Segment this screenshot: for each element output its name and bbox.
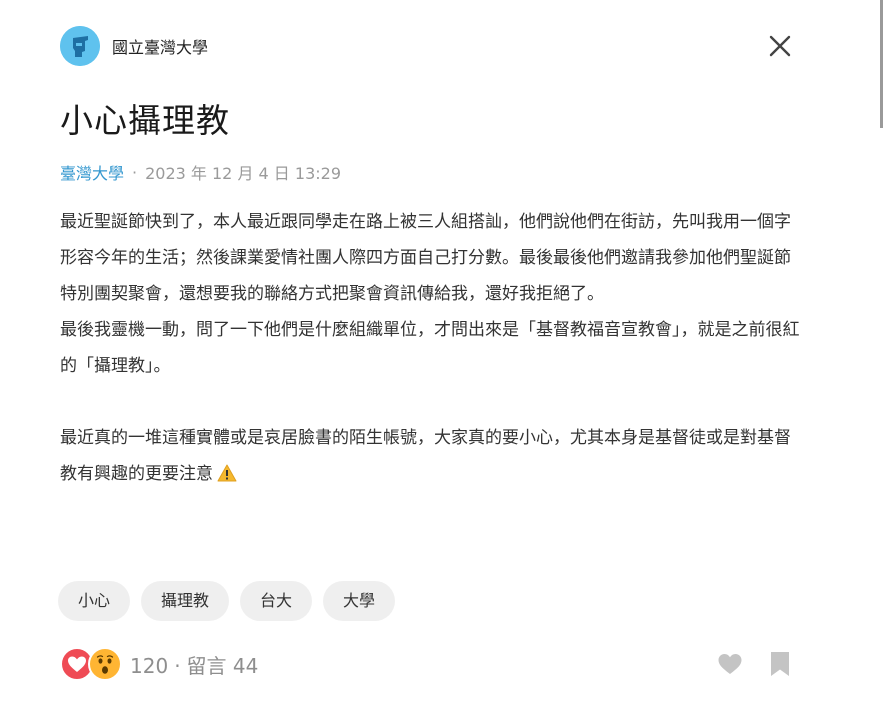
stats-separator: ·	[174, 653, 181, 678]
post-modal: 國立臺灣大學 小心攝理教 臺灣大學 · 2023 年 12 月 4 日 13:2…	[0, 0, 883, 710]
surprised-reaction-icon	[88, 647, 122, 681]
warning-icon	[217, 459, 237, 495]
board-name[interactable]: 國立臺灣大學	[112, 34, 208, 58]
meta-separator: ·	[132, 162, 138, 182]
school-link[interactable]: 臺灣大學	[60, 160, 124, 184]
bookmark-icon	[771, 652, 789, 676]
post-meta: 臺灣大學 · 2023 年 12 月 4 日 13:29	[60, 160, 341, 184]
tag-list: 小心 攝理教 台大 大學	[58, 581, 396, 621]
reaction-summary[interactable]	[60, 647, 122, 681]
paragraph: 最近真的一堆這種實體或是哀居臉書的陌生帳號，大家真的要小心，尤其本身是基督徒或是…	[60, 420, 805, 495]
like-count: 120	[130, 653, 169, 678]
post-title: 小心攝理教	[60, 101, 230, 140]
comment-count[interactable]: 留言 44	[187, 654, 259, 678]
tag-item[interactable]: 小心	[58, 581, 131, 621]
tag-item[interactable]: 大學	[323, 581, 396, 621]
bookmark-button[interactable]	[766, 650, 794, 678]
tag-item[interactable]: 台大	[240, 581, 313, 621]
paragraph: 最後我靈機一動，問了一下他們是什麼組織單位，才問出來是「基督教福音宣教會」，就是…	[60, 320, 800, 376]
post-footer: 120 · 留言 44	[60, 646, 258, 682]
paragraph-blank: ​	[60, 384, 805, 420]
post-content: 最近聖誕節快到了，本人最近跟同學走在路上被三人組搭訕，他們說他們在街訪，先叫我用…	[60, 204, 805, 495]
mascot-icon	[60, 26, 100, 66]
tag-item[interactable]: 攝理教	[141, 581, 230, 621]
paragraph: 最近聖誕節快到了，本人最近跟同學走在路上被三人組搭訕，他們說他們在街訪，先叫我用…	[60, 212, 791, 304]
close-button[interactable]	[766, 32, 794, 60]
post-header: 國立臺灣大學	[60, 26, 208, 66]
post-stats: 120 · 留言 44	[130, 650, 258, 679]
like-button[interactable]	[716, 650, 744, 678]
post-actions	[716, 650, 794, 678]
heart-icon	[718, 654, 742, 674]
close-icon	[769, 35, 791, 57]
paragraph-text: 最近真的一堆這種實體或是哀居臉書的陌生帳號，大家真的要小心，尤其本身是基督徒或是…	[60, 428, 791, 484]
school-avatar-icon[interactable]	[60, 26, 100, 66]
post-date: 2023 年 12 月 4 日 13:29	[145, 164, 341, 183]
